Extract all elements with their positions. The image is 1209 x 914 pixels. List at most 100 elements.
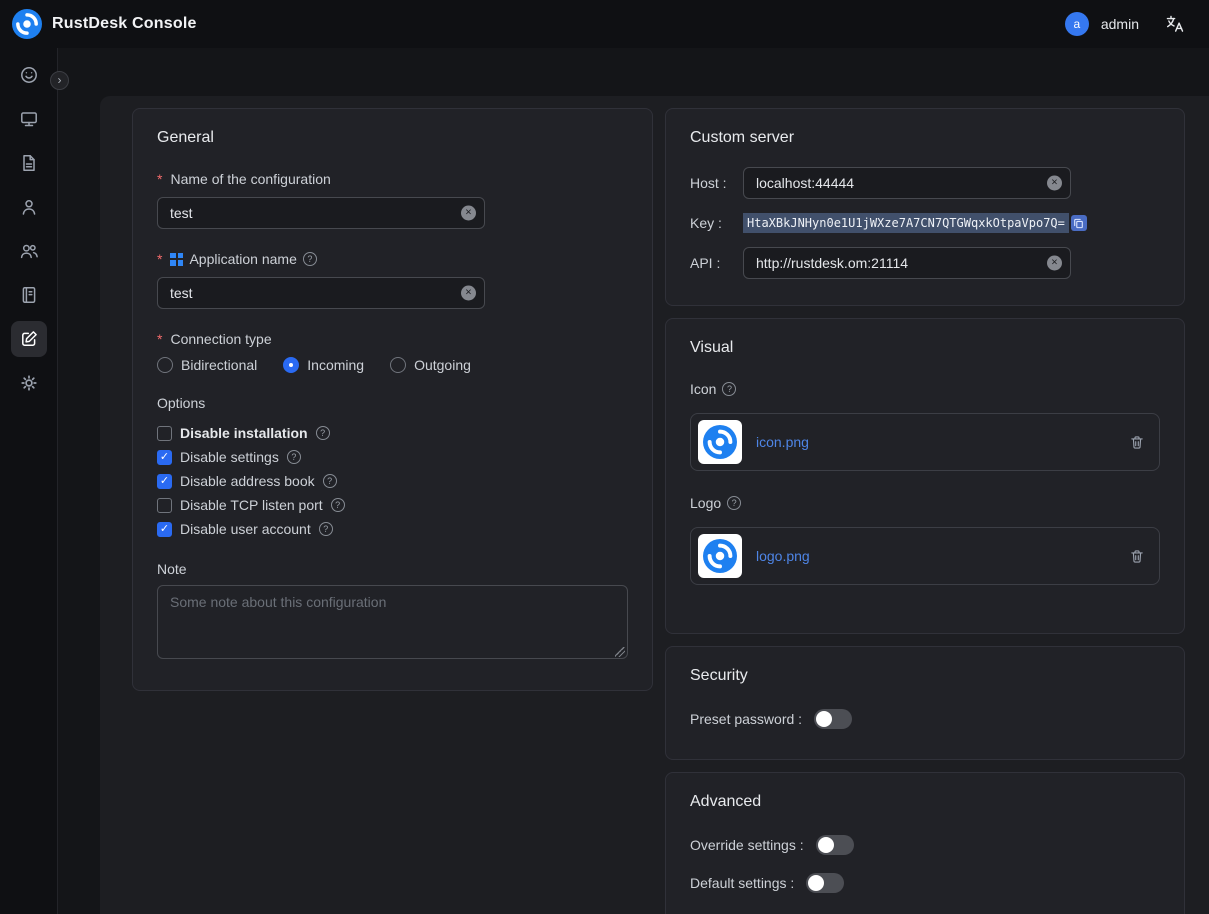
question-icon[interactable]: ? [287,450,301,464]
content-surface: General Name of the configuration × Appl… [100,96,1209,914]
host-label: Host : [690,175,743,191]
sidebar-item-groups[interactable] [11,233,47,269]
icon-file-link[interactable]: icon.png [756,434,1115,450]
security-title: Security [690,667,1160,685]
preset-password-toggle[interactable] [814,709,852,729]
radio-icon [390,357,406,373]
options-label: Options [157,395,628,411]
connection-type-label: Connection type [157,331,628,347]
user-name[interactable]: admin [1101,16,1139,32]
edit-square-icon [19,329,39,349]
sidebar-item-audit-log[interactable] [11,277,47,313]
checkbox-disable-tcp-listen-port[interactable]: Disable TCP listen port ? [157,497,628,513]
default-settings-toggle[interactable] [806,873,844,893]
checkbox-disable-user-account[interactable]: Disable user account ? [157,521,628,537]
options-field: Options Disable installation ? Disable s… [157,395,628,537]
user-avatar[interactable]: a [1065,12,1089,36]
translate-icon[interactable] [1165,14,1185,34]
app-name-input-wrap: × [157,277,485,309]
connection-type-radio-group: Bidirectional Incoming Outgoing [157,357,628,373]
icon-preview [698,420,742,464]
logbook-icon [19,285,39,305]
checkbox-disable-settings[interactable]: Disable settings ? [157,449,628,465]
override-settings-row: Override settings : [690,835,1160,855]
checkbox-icon [157,474,172,489]
icon-label: Icon ? [690,381,1160,397]
sidebar-item-users[interactable] [11,189,47,225]
api-input[interactable] [743,247,1071,279]
host-row: Host : × [690,167,1160,199]
note-textarea[interactable] [157,585,628,659]
note-label: Note [157,561,628,577]
app-name-field: Application name ? × [157,251,628,309]
preset-password-label: Preset password : [690,711,802,727]
key-value[interactable]: HtaXBkJNHyn0e1U1jWXze7A7CN7QTGWqxkOtpaVp… [743,213,1069,233]
question-icon[interactable]: ? [727,496,741,510]
document-icon [19,153,39,173]
checkbox-icon [157,426,172,441]
sidebar-item-devices[interactable] [11,101,47,137]
sidebar-item-settings[interactable] [11,365,47,401]
checkbox-icon [157,522,172,537]
top-bar: RustDesk Console a admin [0,0,1209,48]
general-card: General Name of the configuration × Appl… [132,108,653,691]
clear-icon[interactable]: × [461,286,476,301]
api-input-wrap: × [743,247,1071,279]
host-input[interactable] [743,167,1071,199]
checkbox-icon [157,450,172,465]
radio-incoming[interactable]: Incoming [283,357,364,373]
trash-icon[interactable] [1129,548,1145,565]
trash-icon[interactable] [1129,434,1145,451]
config-name-label: Name of the configuration [157,171,628,187]
app-title: RustDesk Console [52,15,197,33]
logo-label: Logo ? [690,495,1160,511]
logo-upload-box[interactable]: logo.png [690,527,1160,585]
radio-icon [157,357,173,373]
api-label: API : [690,255,743,271]
override-settings-toggle[interactable] [816,835,854,855]
default-settings-row: Default settings : [690,873,1160,893]
brand: RustDesk Console [12,9,197,39]
question-icon[interactable]: ? [331,498,345,512]
sidebar-item-custom-clients[interactable] [11,321,47,357]
question-icon[interactable]: ? [303,252,317,266]
icon-upload-box[interactable]: icon.png [690,413,1160,471]
config-name-input-wrap: × [157,197,485,229]
radio-outgoing[interactable]: Outgoing [390,357,471,373]
checkbox-icon [157,498,172,513]
note-textarea-wrap [157,585,628,662]
radio-bidirectional[interactable]: Bidirectional [157,357,257,373]
sidebar-item-documents[interactable] [11,145,47,181]
radio-icon [283,357,299,373]
clear-icon[interactable]: × [461,206,476,221]
question-icon[interactable]: ? [323,474,337,488]
checkbox-disable-address-book[interactable]: Disable address book ? [157,473,628,489]
custom-server-title: Custom server [690,129,1160,147]
key-label: Key : [690,215,743,231]
visual-title: Visual [690,339,1160,357]
app-name-input[interactable] [157,277,485,309]
visual-card: Visual Icon ? [665,318,1185,634]
sidebar-expand-toggle[interactable]: › [50,71,69,90]
question-icon[interactable]: ? [319,522,333,536]
sidebar-item-dashboard[interactable] [11,57,47,93]
connection-type-field: Connection type Bidirectional Incoming [157,331,628,373]
app-name-label: Application name ? [157,251,628,267]
key-field[interactable]: HtaXBkJNHyn0e1U1jWXze7A7CN7QTGWqxkOtpaVp… [743,213,1087,233]
smile-icon [19,65,39,85]
config-name-input[interactable] [157,197,485,229]
main-area: General Name of the configuration × Appl… [59,48,1209,914]
security-card: Security Preset password : [665,646,1185,760]
logo-file-link[interactable]: logo.png [756,548,1115,564]
host-input-wrap: × [743,167,1071,199]
question-icon[interactable]: ? [316,426,330,440]
clear-icon[interactable]: × [1047,256,1062,271]
copy-icon[interactable] [1071,215,1087,231]
monitor-icon [19,109,39,129]
checkbox-disable-installation[interactable]: Disable installation ? [157,425,628,441]
user-icon [19,197,39,217]
note-field: Note [157,561,628,662]
config-name-field: Name of the configuration × [157,171,628,229]
clear-icon[interactable]: × [1047,176,1062,191]
question-icon[interactable]: ? [722,382,736,396]
